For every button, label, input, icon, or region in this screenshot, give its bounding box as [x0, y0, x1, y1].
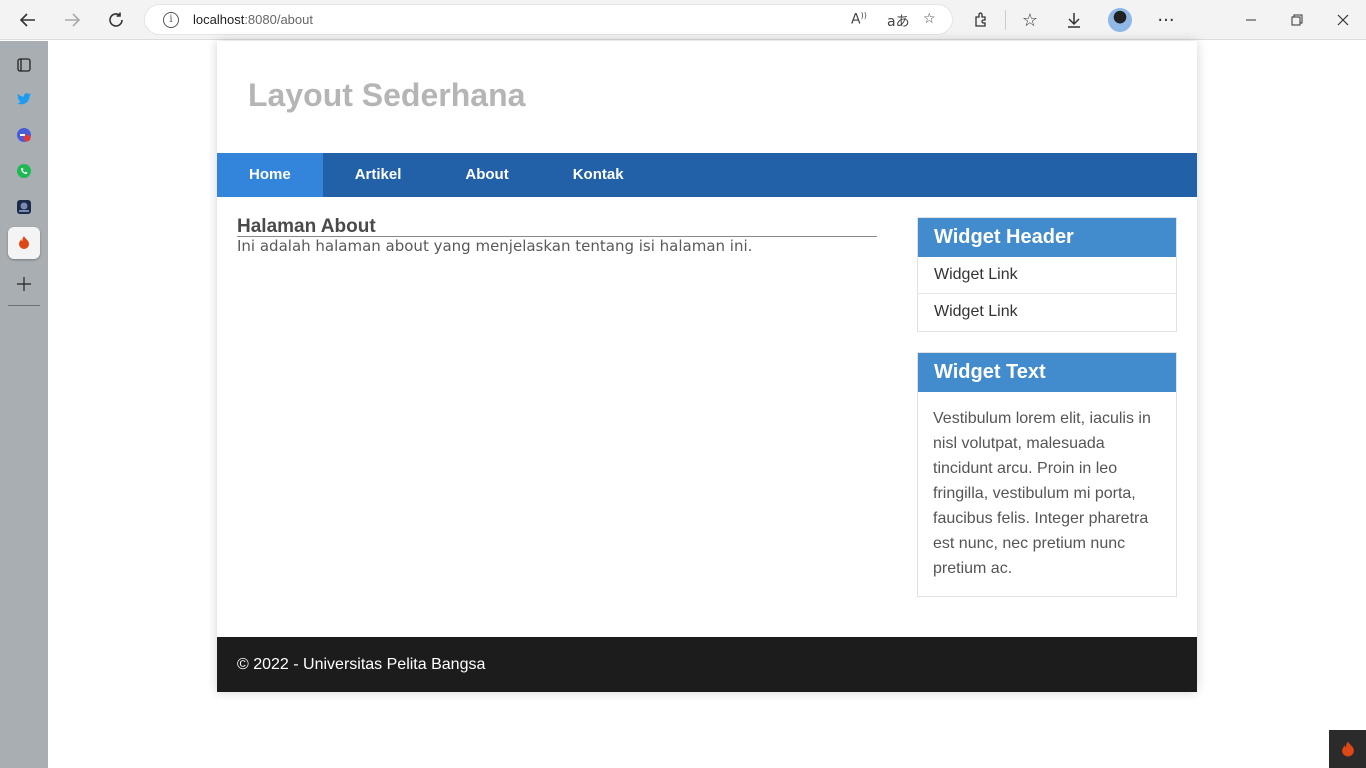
- extensions-icon[interactable]: [967, 6, 995, 34]
- restore-icon[interactable]: [1283, 6, 1311, 34]
- main-content: Halaman About Ini adalah halaman about y…: [237, 217, 877, 255]
- browser-toolbar: i localhost:8080/about A)) aあ ☆ ☆ ···: [0, 0, 1366, 40]
- google-games-icon[interactable]: [14, 125, 34, 145]
- translate-icon[interactable]: aあ: [887, 11, 910, 31]
- favorite-add-icon[interactable]: ☆: [923, 11, 936, 27]
- read-aloud-icon[interactable]: A)): [851, 11, 867, 28]
- close-icon[interactable]: [1329, 6, 1357, 34]
- widget-text: Widget Text Vestibulum lorem elit, iacul…: [917, 352, 1177, 597]
- site-title: Layout Sederhana: [248, 77, 526, 113]
- widget-header: Widget Header: [918, 218, 1176, 257]
- minimize-icon[interactable]: [1237, 6, 1265, 34]
- widget-text-body: Vestibulum lorem elit, iaculis in nisl v…: [933, 410, 1151, 577]
- nav-kontak[interactable]: Kontak: [541, 153, 656, 197]
- profile-avatar[interactable]: [1108, 8, 1132, 32]
- tab-actions-icon[interactable]: [14, 55, 34, 75]
- page-body-text: Ini adalah halaman about yang menjelaska…: [237, 237, 753, 255]
- address-bar[interactable]: i localhost:8080/about A)) aあ ☆: [144, 4, 953, 35]
- toolbar-separator: [1005, 10, 1006, 30]
- site-header: Layout Sederhana: [217, 41, 1197, 153]
- page-heading: Halaman About: [237, 217, 877, 237]
- site-footer: © 2022 - Universitas Pelita Bangsa: [217, 637, 1197, 692]
- widget-link[interactable]: Widget Link: [918, 294, 1176, 331]
- whatsapp-icon[interactable]: [14, 161, 34, 181]
- url-text[interactable]: localhost:8080/about: [193, 12, 313, 27]
- nav-about[interactable]: About: [433, 153, 540, 197]
- favorites-icon[interactable]: ☆: [1016, 6, 1044, 34]
- widget-text-header: Widget Text: [918, 353, 1176, 392]
- page-viewport: Layout Sederhana Home Artikel About Kont…: [48, 41, 1366, 768]
- sidebar-divider: [8, 305, 40, 306]
- widget-link[interactable]: Widget Link: [918, 257, 1176, 294]
- browser-sidebar: [0, 41, 48, 768]
- back-arrow-icon[interactable]: [14, 6, 42, 34]
- twitter-icon[interactable]: [14, 89, 34, 109]
- codeigniter-tab-icon[interactable]: [8, 227, 40, 259]
- info-icon[interactable]: i: [163, 12, 179, 28]
- add-icon[interactable]: [14, 274, 34, 294]
- forward-arrow-icon[interactable]: [58, 6, 86, 34]
- nav-home[interactable]: Home: [217, 153, 323, 197]
- nav-artikel[interactable]: Artikel: [323, 153, 434, 197]
- more-icon[interactable]: ···: [1152, 6, 1180, 34]
- downloads-icon[interactable]: [1060, 6, 1088, 34]
- app-icon[interactable]: [14, 197, 34, 217]
- main-nav: Home Artikel About Kontak: [217, 153, 1197, 197]
- codeigniter-debug-icon[interactable]: [1329, 730, 1366, 768]
- page-container: Layout Sederhana Home Artikel About Kont…: [217, 41, 1197, 692]
- reload-icon[interactable]: [102, 6, 130, 34]
- widget-links: Widget Header Widget Link Widget Link: [917, 217, 1177, 332]
